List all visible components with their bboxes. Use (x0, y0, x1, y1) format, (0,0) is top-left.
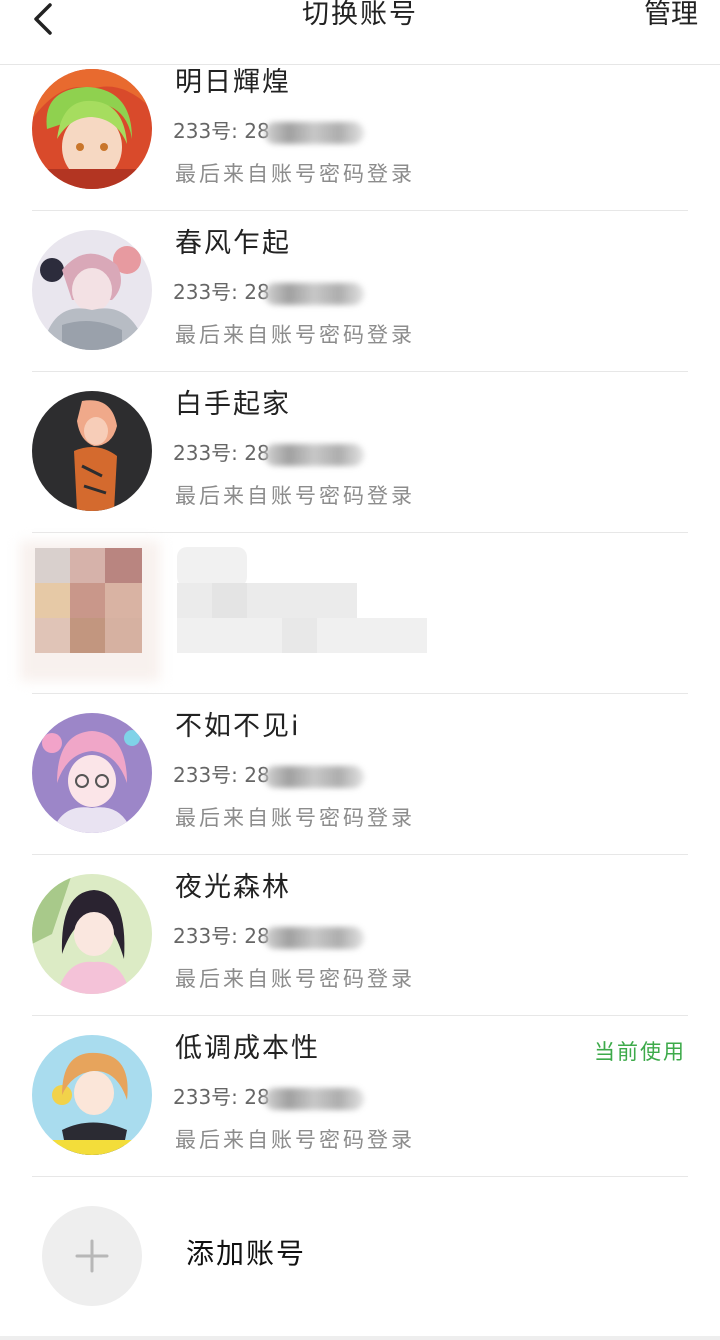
account-id: 233号: 28 (173, 440, 364, 466)
redacted-id (263, 1087, 364, 1110)
pixelated-content (0, 533, 720, 694)
login-method: 最后来自账号密码登录 (175, 162, 415, 186)
account-row[interactable]: 春风乍起 233号: 28 最后来自账号密码登录 (0, 211, 720, 372)
account-name: 春风乍起 (175, 228, 291, 259)
redacted-id (263, 926, 364, 949)
account-id: 233号: 28 (173, 1084, 364, 1110)
account-list: 明日輝煌 233号: 28 最后来自账号密码登录 春风乍起 233号: 28 最… (0, 50, 720, 1177)
login-method: 最后来自账号密码登录 (175, 484, 415, 508)
login-method: 最后来自账号密码登录 (175, 1128, 415, 1152)
avatar (32, 1035, 152, 1155)
login-method: 最后来自账号密码登录 (175, 323, 415, 347)
redacted-id (263, 282, 364, 305)
current-badge: 当前使用 (594, 1040, 686, 1064)
account-id: 233号: 28 (173, 923, 364, 949)
account-id: 233号: 28 (173, 762, 364, 788)
add-account-circle[interactable] (42, 1206, 142, 1306)
avatar (32, 69, 152, 189)
page-title: 切换账号 (302, 0, 418, 30)
avatar (32, 874, 152, 994)
add-account-label: 添加账号 (186, 1237, 307, 1270)
login-method: 最后来自账号密码登录 (175, 806, 415, 830)
redacted-id (263, 121, 364, 144)
account-row[interactable]: 夜光森林 233号: 28 最后来自账号密码登录 (0, 855, 720, 1016)
account-name: 白手起家 (175, 389, 291, 420)
account-id: 233号: 28 (173, 118, 364, 144)
manage-button[interactable]: 管理 (644, 0, 698, 30)
account-row-current[interactable]: 低调成本性 当前使用 233号: 28 最后来自账号密码登录 (0, 1016, 720, 1177)
avatar (32, 391, 152, 511)
account-id: 233号: 28 (173, 279, 364, 305)
bottom-bar (0, 1336, 720, 1340)
account-name: 低调成本性 (175, 1033, 320, 1064)
redacted-id (263, 765, 364, 788)
avatar (32, 230, 152, 350)
account-row[interactable]: 不如不见i 233号: 28 最后来自账号密码登录 (0, 694, 720, 855)
account-row[interactable]: 明日輝煌 233号: 28 最后来自账号密码登录 (0, 50, 720, 211)
plus-icon (75, 1239, 109, 1273)
account-name: 明日輝煌 (175, 67, 291, 98)
account-row-pixelated[interactable] (0, 533, 720, 694)
account-row[interactable]: 白手起家 233号: 28 最后来自账号密码登录 (0, 372, 720, 533)
account-name: 不如不见i (175, 711, 301, 742)
redacted-id (263, 443, 364, 466)
account-name: 夜光森林 (175, 872, 291, 903)
avatar (32, 713, 152, 833)
add-account-button[interactable]: 添加账号 (0, 1176, 720, 1336)
login-method: 最后来自账号密码登录 (175, 967, 415, 991)
